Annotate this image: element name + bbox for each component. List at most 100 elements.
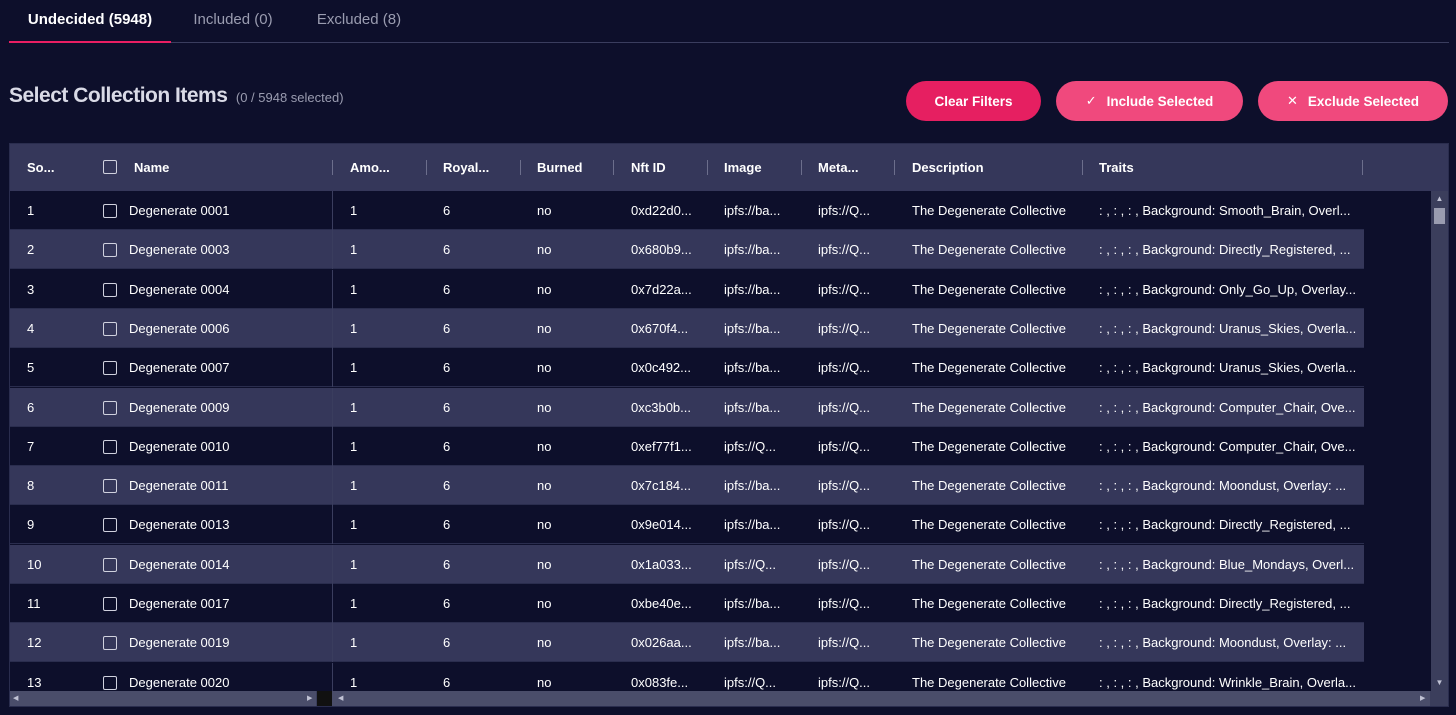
row-checkbox[interactable] [103, 675, 117, 690]
column-resize-handle[interactable] [332, 160, 333, 175]
column-resize-handle[interactable] [426, 160, 427, 175]
cell-sort: 5 [27, 360, 35, 376]
cell-image: ipfs://ba... [724, 242, 781, 258]
row-checkbox[interactable] [103, 243, 117, 258]
cell-amount: 1 [350, 517, 358, 533]
scroll-right-icon[interactable]: ▶ [1420, 691, 1425, 706]
column-header-name[interactable]: Name [134, 144, 284, 191]
table-row[interactable]: 5 Degenerate 0007 1 6 no 0x0c492... ipfs://ba.… [10, 348, 1364, 388]
cell-metadata: ipfs://Q... [818, 438, 871, 454]
vertical-scrollbar[interactable]: ▲ ▼ [1431, 191, 1448, 691]
row-checkbox[interactable] [103, 204, 117, 218]
table-row[interactable]: 11 Degenerate 0017 1 6 no 0xbe40e... ipfs://ba… [10, 584, 1364, 623]
cell-amount: 1 [350, 478, 358, 494]
cell-traits: : , : , : , Background: Moondust, Overla… [1099, 478, 1347, 494]
cell-burned: no [537, 438, 552, 454]
cell-nft-id: 0x7c184... [631, 478, 691, 494]
close-icon: ✕ [1287, 93, 1298, 108]
table-row[interactable]: 9 Degenerate 0013 1 6 no 0x9e014... ipfs://ba.… [10, 505, 1364, 545]
row-checkbox[interactable] [103, 518, 117, 533]
tab-included[interactable]: Included (0) [181, 0, 285, 42]
cell-metadata: ipfs://Q... [818, 478, 871, 494]
table-row[interactable]: 4 Degenerate 0006 1 6 no 0x670f4... ipfs://ba.… [10, 308, 1364, 348]
scroll-down-icon[interactable]: ▼ [1431, 675, 1448, 691]
main-scroll-track[interactable] [332, 691, 1430, 706]
include-selected-button[interactable]: ✓ Include Selected [1056, 81, 1243, 121]
column-resize-handle[interactable] [801, 160, 802, 175]
column-header-amount[interactable]: Amo... [350, 144, 410, 191]
cell-royalty: 6 [443, 674, 451, 690]
pinned-column-divider [332, 348, 333, 388]
cell-royalty: 6 [443, 478, 451, 494]
table-row[interactable]: 6 Degenerate 0009 1 6 no 0xc3b0b... ipfs://ba.… [10, 387, 1364, 427]
row-checkbox[interactable] [103, 597, 117, 611]
row-checkbox[interactable] [103, 636, 117, 651]
cell-sort: 10 [27, 556, 42, 572]
cell-metadata: ipfs://Q... [818, 281, 871, 297]
pinned-column-divider [332, 505, 333, 545]
horizontal-scrollbar[interactable]: ◀ ▶ ◀ ▶ [10, 691, 1448, 706]
clear-filters-button[interactable]: Clear Filters [906, 81, 1041, 121]
column-resize-handle[interactable] [1082, 160, 1083, 175]
table-row[interactable]: 13 Degenerate 0020 1 6 no 0x083fe... ipfs://Q.… [10, 662, 1364, 691]
column-header-sort[interactable]: So... [27, 144, 63, 191]
table-row[interactable]: 3 Degenerate 0004 1 6 no 0x7d22a... ipfs://ba.… [10, 269, 1364, 309]
column-resize-handle[interactable] [1362, 160, 1363, 175]
column-resize-handle[interactable] [707, 160, 708, 175]
cell-image: ipfs://ba... [724, 478, 781, 494]
cell-nft-id: 0xbe40e... [631, 596, 692, 611]
column-header-burned[interactable]: Burned [537, 144, 597, 191]
row-checkbox[interactable] [103, 321, 117, 336]
cell-traits: : , : , : , Background: Uranus_Skies, Ov… [1099, 320, 1357, 336]
table-row[interactable]: 2 Degenerate 0003 1 6 no 0x680b9... ipfs://ba.… [10, 230, 1364, 270]
table-row[interactable]: 8 Degenerate 0011 1 6 no 0x7c184... ipfs://ba.… [10, 466, 1364, 506]
column-header-metadata[interactable]: Meta... [818, 144, 878, 191]
scroll-left-icon[interactable]: ◀ [13, 691, 18, 706]
scroll-right-icon[interactable]: ▶ [307, 691, 312, 706]
row-checkbox[interactable] [103, 282, 117, 297]
tab-undecided[interactable]: Undecided (5948) [9, 0, 171, 43]
row-checkbox[interactable] [103, 400, 117, 415]
cell-image: ipfs://ba... [724, 596, 781, 611]
column-header-nft-id[interactable]: Nft ID [631, 144, 691, 191]
cell-description: The Degenerate Collective [912, 438, 1066, 454]
cell-amount: 1 [350, 320, 358, 336]
cell-name: Degenerate 0009 [129, 399, 230, 415]
tab-bar: Undecided (5948) Included (0) Excluded (… [9, 0, 1449, 43]
cell-image: ipfs://ba... [724, 517, 781, 533]
row-checkbox[interactable] [103, 479, 117, 494]
column-resize-handle[interactable] [520, 160, 521, 175]
select-all-checkbox[interactable] [103, 160, 117, 174]
cell-image: ipfs://Q... [724, 556, 777, 572]
row-checkbox[interactable] [103, 557, 117, 572]
cell-burned: no [537, 674, 552, 690]
cell-burned: no [537, 596, 552, 611]
column-header-traits[interactable]: Traits [1099, 144, 1259, 191]
cell-royalty: 6 [443, 556, 451, 572]
column-resize-handle[interactable] [613, 160, 614, 175]
cell-royalty: 6 [443, 517, 451, 533]
column-resize-handle[interactable] [894, 160, 895, 175]
row-checkbox[interactable] [103, 439, 117, 454]
table-row[interactable]: 1 Degenerate 0001 1 6 no 0xd22d0... ipfs://ba.… [10, 191, 1364, 230]
cell-burned: no [537, 320, 552, 336]
column-header-royalty[interactable]: Royal... [443, 144, 503, 191]
cell-image: ipfs://Q... [724, 438, 777, 454]
cell-sort: 12 [27, 635, 42, 651]
cell-metadata: ipfs://Q... [818, 360, 871, 376]
tab-excluded[interactable]: Excluded (8) [307, 0, 411, 42]
cell-name: Degenerate 0020 [129, 674, 230, 690]
column-header-description[interactable]: Description [912, 144, 1072, 191]
pinned-scroll-track[interactable] [10, 691, 316, 706]
table-row[interactable]: 10 Degenerate 0014 1 6 no 0x1a033... ipfs://Q.… [10, 544, 1364, 584]
scroll-up-icon[interactable]: ▲ [1431, 191, 1448, 207]
table-row[interactable]: 12 Degenerate 0019 1 6 no 0x026aa... ipfs://ba… [10, 623, 1364, 663]
table-row[interactable]: 7 Degenerate 0010 1 6 no 0xef77f1... ipfs://Q.… [10, 426, 1364, 466]
cell-name: Degenerate 0017 [129, 596, 230, 611]
cell-image: ipfs://ba... [724, 360, 781, 376]
scroll-thumb[interactable] [1434, 208, 1445, 224]
row-checkbox[interactable] [103, 361, 117, 376]
scroll-left-icon[interactable]: ◀ [338, 691, 343, 706]
exclude-selected-button[interactable]: ✕ Exclude Selected [1258, 81, 1448, 121]
column-header-image[interactable]: Image [724, 144, 784, 191]
